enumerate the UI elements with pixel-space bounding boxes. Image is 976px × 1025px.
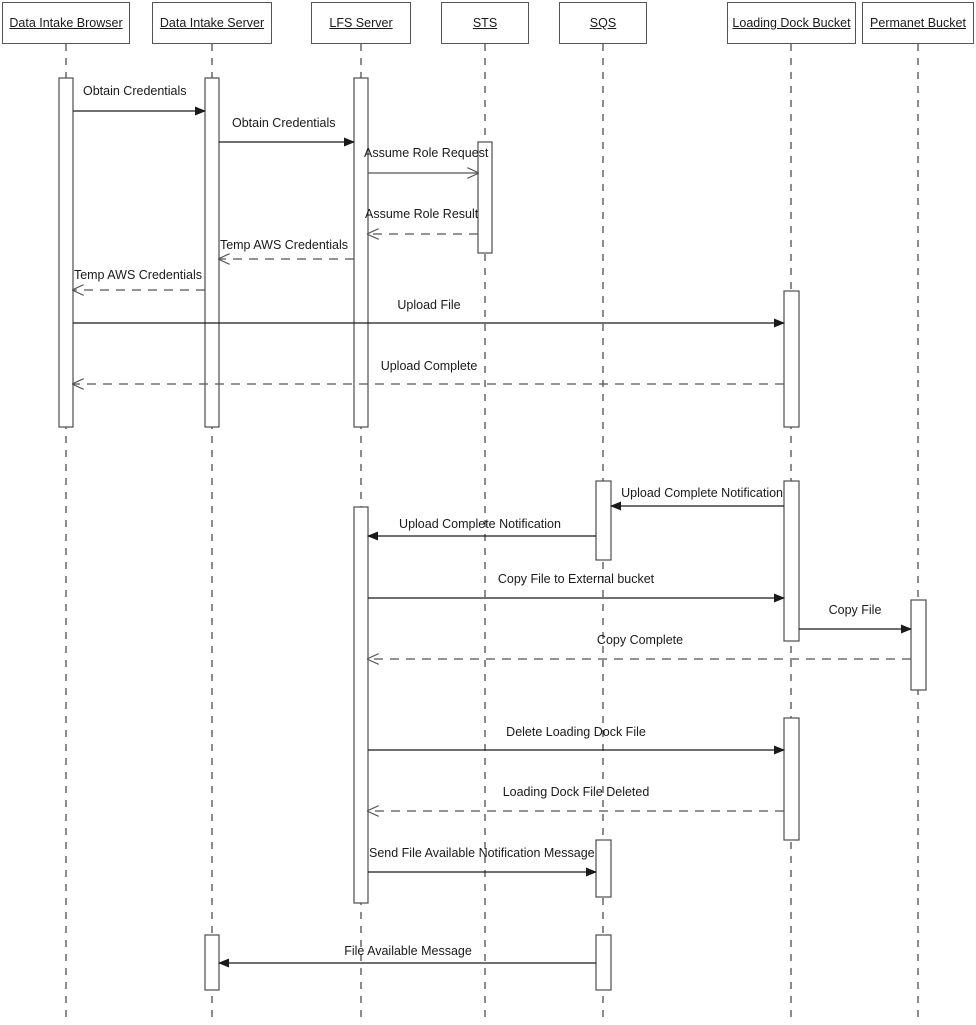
lifeline-head-label: STS xyxy=(472,15,498,30)
activation-bar-dock[interactable] xyxy=(783,717,800,841)
lifeline-head-dock[interactable]: Loading Dock Bucket xyxy=(727,2,856,44)
message-label-m5: Temp AWS Credentials xyxy=(219,238,348,252)
message-label-m8: Upload Complete xyxy=(380,359,478,373)
activation-bar-dock[interactable] xyxy=(783,290,800,428)
lifeline-head-server[interactable]: Data Intake Server xyxy=(152,2,272,44)
message-label-m10: Upload Complete Notification xyxy=(399,517,561,531)
lifeline-head-label: Data Intake Server xyxy=(159,15,265,30)
message-label-m1: Obtain Credentials xyxy=(83,84,187,98)
lifeline-head-label: SQS xyxy=(589,15,617,30)
lifeline-head-sts[interactable]: STS xyxy=(441,2,529,44)
lifeline-head-label: LFS Server xyxy=(329,15,393,30)
lifeline-head-permanet[interactable]: Permanet Bucket xyxy=(862,2,974,44)
activation-bar-sqs[interactable] xyxy=(595,934,612,991)
activation-bar-sqs[interactable] xyxy=(595,480,612,561)
message-label-m4: Assume Role Result xyxy=(365,207,479,221)
message-label-m13: Copy Complete xyxy=(596,633,684,647)
lifeline-head-label: Permanet Bucket xyxy=(870,15,966,30)
message-label-m11: Copy File to External bucket xyxy=(497,572,655,586)
sequence-diagram: Data Intake Browser Data Intake Server LFS… xyxy=(0,0,976,1025)
message-label-m7: Upload File xyxy=(397,298,461,312)
message-label-m14: Delete Loading Dock File xyxy=(506,725,646,739)
activation-bar-sqs[interactable] xyxy=(595,839,612,898)
message-label-m9: Upload Complete Notification xyxy=(621,486,783,500)
message-label-m2: Obtain Credentials xyxy=(232,116,336,130)
activation-bar-dock[interactable] xyxy=(783,480,800,642)
lifeline-head-label: Loading Dock Bucket xyxy=(732,15,851,30)
lifeline-head-label: Data Intake Browser xyxy=(9,15,123,30)
lifeline-head-browser[interactable]: Data Intake Browser xyxy=(2,2,130,44)
activation-bar-server[interactable] xyxy=(204,77,220,428)
message-label-m17: File Available Message xyxy=(344,944,472,958)
message-label-m12: Copy File xyxy=(828,603,882,617)
activation-bar-server[interactable] xyxy=(204,934,220,991)
message-label-m3: Assume Role Request xyxy=(364,146,489,160)
activation-bar-permanet[interactable] xyxy=(910,599,927,691)
activation-bar-browser[interactable] xyxy=(58,77,74,428)
message-label-m15: Loading Dock File Deleted xyxy=(502,785,650,799)
activation-bar-lfs[interactable] xyxy=(353,506,369,904)
message-label-m6: Temp AWS Credentials xyxy=(73,268,202,282)
activation-bar-lfs[interactable] xyxy=(353,77,369,428)
lifeline-head-lfs[interactable]: LFS Server xyxy=(311,2,411,44)
message-label-m16: Send File Available Notification Message xyxy=(369,846,595,860)
lifeline-head-sqs[interactable]: SQS xyxy=(559,2,647,44)
